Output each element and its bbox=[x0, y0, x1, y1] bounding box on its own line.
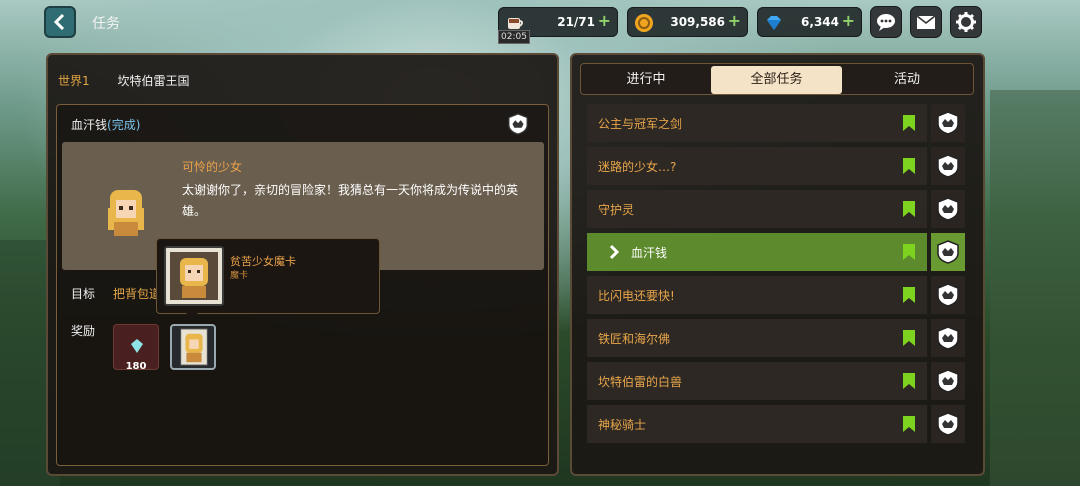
quest-crest-button[interactable] bbox=[931, 233, 965, 271]
crest-icon bbox=[937, 326, 959, 350]
chat-bubble-icon bbox=[877, 14, 895, 31]
quest-row-name: 迷路的少女…? bbox=[598, 160, 677, 174]
stamina-plus-button[interactable]: + bbox=[598, 11, 611, 30]
quest-crest-button[interactable] bbox=[931, 276, 965, 314]
tooltip-card-name: 贫苦少女魔卡 bbox=[230, 255, 296, 268]
quest-title: 血汗钱(完成) bbox=[71, 116, 140, 133]
npc-name: 可怜的少女 bbox=[182, 160, 243, 174]
gold-counter: 309,586 + bbox=[627, 7, 748, 37]
card-portrait-icon bbox=[180, 328, 208, 366]
quest-row-name: 守护灵 bbox=[598, 203, 635, 217]
quest-row-name: 坎特伯雷的白兽 bbox=[598, 375, 683, 389]
chevron-right-icon bbox=[609, 244, 619, 260]
background-terrain-right bbox=[990, 90, 1080, 486]
card-girl-icon bbox=[170, 252, 218, 300]
quest-row[interactable]: 铁匠和海尔佛 bbox=[587, 319, 927, 357]
tab-in-progress[interactable]: 进行中 bbox=[582, 66, 710, 94]
reward-label: 奖励 bbox=[71, 324, 96, 338]
gold-coin-icon bbox=[635, 14, 653, 32]
page-title: 任务 bbox=[92, 16, 120, 32]
gold-plus-button[interactable]: + bbox=[728, 11, 741, 30]
quest-name: 血汗钱 bbox=[71, 118, 108, 132]
gem-value: 6,344 bbox=[801, 15, 839, 29]
tooltip-card-image bbox=[164, 246, 224, 306]
goal-label: 目标 bbox=[71, 287, 96, 301]
crest-icon bbox=[937, 283, 959, 307]
bookmark-icon[interactable] bbox=[903, 287, 915, 303]
quest-row-name: 神秘骑士 bbox=[598, 418, 647, 432]
npc-dialog-text: 太谢谢你了，亲切的冒险家！我猜总有一天你将成为传说中的英雄。 bbox=[182, 183, 519, 218]
quest-list: 公主与冠军之剑 迷路的少女…? 守护灵血汗钱比闪电还要快! 铁匠和海尔佛 坎特伯雷的白兽… bbox=[587, 104, 965, 464]
bookmark-icon[interactable] bbox=[903, 158, 915, 174]
crest-icon bbox=[937, 197, 959, 221]
tooltip-tail bbox=[186, 313, 198, 319]
crest-icon bbox=[937, 240, 959, 264]
bookmark-icon[interactable] bbox=[903, 330, 915, 346]
gem-plus-button[interactable]: + bbox=[842, 11, 855, 30]
bookmark-icon[interactable] bbox=[903, 416, 915, 432]
crystal-icon bbox=[131, 339, 143, 353]
npc-girl-portrait bbox=[108, 190, 144, 236]
reward-card-slot[interactable] bbox=[170, 324, 216, 370]
quest-crest-button[interactable] bbox=[931, 405, 965, 443]
gem-reward-count: 180 bbox=[125, 361, 147, 372]
kingdom-label: 坎特伯雷王国 bbox=[117, 74, 190, 88]
quest-crest-button[interactable] bbox=[931, 362, 965, 400]
tab-events[interactable]: 活动 bbox=[843, 66, 971, 94]
quest-row[interactable]: 神秘骑士 bbox=[587, 405, 927, 443]
top-bar: 任务 21/71 + 02:05 309,586 + 6,344 + bbox=[0, 0, 1080, 44]
quest-row[interactable]: 血汗钱 bbox=[587, 233, 927, 271]
quest-crest-button[interactable] bbox=[931, 190, 965, 228]
quest-row-name: 公主与冠军之剑 bbox=[598, 117, 683, 131]
gem-counter: 6,344 + bbox=[757, 7, 862, 37]
settings-button[interactable] bbox=[950, 6, 982, 38]
quest-row-name: 血汗钱 bbox=[631, 246, 668, 260]
bookmark-icon[interactable] bbox=[903, 115, 915, 131]
chevron-left-icon bbox=[53, 14, 65, 30]
quest-row[interactable]: 公主与冠军之剑 bbox=[587, 104, 927, 142]
mail-button[interactable] bbox=[910, 6, 942, 38]
bookmark-icon[interactable] bbox=[903, 244, 915, 260]
quest-status: (完成) bbox=[107, 118, 141, 132]
bookmark-icon[interactable] bbox=[903, 373, 915, 389]
gold-value: 309,586 bbox=[670, 15, 725, 29]
goal-text: 把背包道 bbox=[113, 287, 162, 301]
world-label: 世界1 bbox=[58, 74, 90, 88]
quest-row-name: 比闪电还要快! bbox=[598, 289, 675, 303]
quest-row[interactable]: 迷路的少女…? bbox=[587, 147, 927, 185]
crest-icon bbox=[937, 369, 959, 393]
back-button[interactable] bbox=[44, 6, 76, 38]
chat-button[interactable] bbox=[870, 6, 902, 38]
quest-row[interactable]: 坎特伯雷的白兽 bbox=[587, 362, 927, 400]
crest-icon bbox=[937, 154, 959, 178]
breadcrumb: 世界1 坎特伯雷王国 bbox=[58, 55, 189, 107]
diamond-icon bbox=[767, 16, 781, 30]
quest-crest-button[interactable] bbox=[931, 319, 965, 357]
quest-row[interactable]: 比闪电还要快! bbox=[587, 276, 927, 314]
mail-icon bbox=[916, 15, 936, 29]
tab-all-quests[interactable]: 全部任务 bbox=[711, 66, 842, 94]
crest-icon bbox=[937, 412, 959, 436]
crest-icon bbox=[937, 111, 959, 135]
gear-icon bbox=[956, 12, 976, 32]
quest-row[interactable]: 守护灵 bbox=[587, 190, 927, 228]
stamina-timer: 02:05 bbox=[498, 30, 530, 44]
bookmark-icon[interactable] bbox=[903, 201, 915, 217]
tooltip-card-type: 魔卡 bbox=[230, 271, 249, 281]
quest-crest-button[interactable] bbox=[931, 147, 965, 185]
card-tooltip bbox=[156, 238, 380, 314]
stamina-value: 21/71 bbox=[557, 15, 595, 29]
quest-crest-icon[interactable] bbox=[505, 112, 531, 136]
quest-row-name: 铁匠和海尔佛 bbox=[598, 332, 671, 346]
quest-crest-button[interactable] bbox=[931, 104, 965, 142]
